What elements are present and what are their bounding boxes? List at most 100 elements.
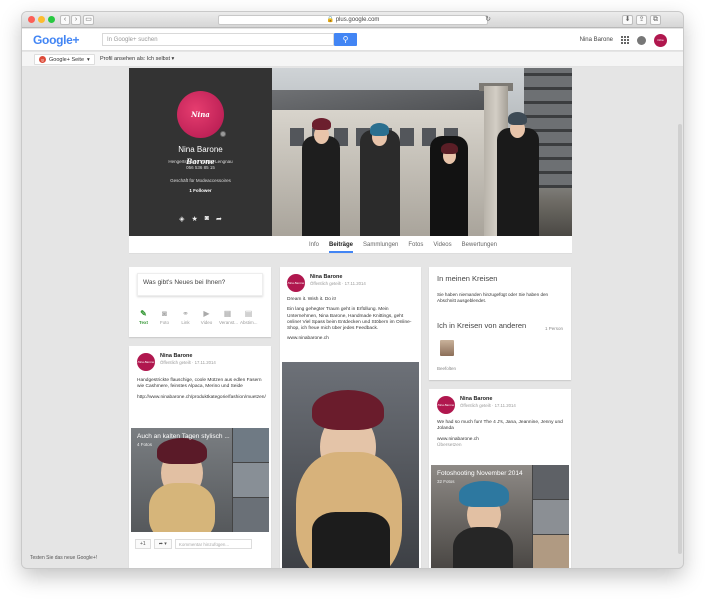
share-arrow-icon: ➦ xyxy=(158,541,163,547)
minimize-window-button[interactable] xyxy=(38,16,45,23)
post-date[interactable]: 17.11.2014 xyxy=(195,360,216,365)
user-name-link[interactable]: Nina Barone xyxy=(580,37,613,43)
album-title: Auch an kalten Tagen stylisch ... xyxy=(137,433,230,440)
followers-count[interactable]: 1 Follower xyxy=(129,188,272,193)
my-circles-title: In meinen Kreisen xyxy=(437,274,498,283)
post-author[interactable]: Nina Barone xyxy=(310,274,366,280)
tabs-icon[interactable]: ⧉ xyxy=(650,15,661,25)
post-date[interactable]: 17.11.2014 xyxy=(495,403,516,408)
post-card: Nina Barone Nina Barone Öffentlich getei… xyxy=(280,267,421,568)
album-count: 4 Fotos xyxy=(137,442,153,447)
address-bar[interactable]: 🔒 plus.google.com xyxy=(218,15,488,25)
scrollbar[interactable] xyxy=(678,124,682,554)
poll-icon: ▤ xyxy=(244,309,253,318)
browser-window: ‹ › ▭ 🔒 plus.google.com ↻ ⬇ ⇪ ⧉ Google+ … xyxy=(22,12,683,568)
share-link-label: Link xyxy=(181,320,190,325)
pencil-icon: ✎ xyxy=(140,309,147,318)
link-icon: ⚭ xyxy=(182,309,189,318)
album-count: 32 Fotos xyxy=(437,479,455,484)
apps-grid-icon[interactable] xyxy=(621,36,629,44)
tab-reviews[interactable]: Bewertungen xyxy=(462,236,497,253)
tab-photos[interactable]: Fotos xyxy=(408,236,423,253)
account-avatar[interactable]: Nina Barone xyxy=(654,33,667,55)
google-plus-icon: g xyxy=(39,56,46,63)
cover-photo[interactable] xyxy=(272,68,572,236)
tab-videos[interactable]: Videos xyxy=(433,236,451,253)
post-avatar[interactable]: Nina Barone xyxy=(437,396,455,414)
share-photo-button[interactable]: ◙ Foto xyxy=(156,309,173,325)
share-icon[interactable]: ⇪ xyxy=(636,15,647,25)
camera-icon: ◙ xyxy=(162,309,167,318)
post-link[interactable]: www.ninabarone.ch xyxy=(287,336,413,342)
share-poll-button[interactable]: ▤ Abstim... xyxy=(240,309,258,325)
post-author[interactable]: Nina Barone xyxy=(160,353,216,359)
circle-member-avatar[interactable] xyxy=(440,340,454,356)
share-input[interactable]: Was gibt's Neues bei Ihnen? xyxy=(137,273,263,296)
post-date[interactable]: 17.11.2014 xyxy=(345,281,366,286)
post-avatar[interactable]: Nina Barone xyxy=(287,274,305,292)
reload-icon[interactable]: ↻ xyxy=(484,16,492,26)
post-author[interactable]: Nina Barone xyxy=(460,396,516,402)
page-selector-label: Google+ Seite xyxy=(49,56,85,63)
profile-avatar[interactable]: Nina Barone xyxy=(177,91,224,166)
page-content: Nina Barone Nina Barone Hengertstrasse 8… xyxy=(22,68,683,568)
profile-tabs: Info Beiträge Sammlungen Fotos Videos Be… xyxy=(129,236,572,254)
page-sub-bar: g Google+ Seite ▾ Profil ansehen als: Ic… xyxy=(22,52,683,67)
post-avatar[interactable]: Nina Barone xyxy=(137,353,155,371)
page-selector[interactable]: g Google+ Seite ▾ xyxy=(34,54,95,65)
view-as-label: Profil ansehen als: Ich selbst xyxy=(100,56,171,62)
share-link-button[interactable]: ⚭ Link xyxy=(177,309,194,325)
photo-album[interactable]: Fotoshooting November 2014 32 Fotos xyxy=(431,465,569,568)
view-as-dropdown[interactable]: Profil ansehen als: Ich selbst ▾ xyxy=(100,56,174,62)
try-new-google-link[interactable]: Testen Sie das neue Google+! xyxy=(30,555,97,561)
camera-icon[interactable]: ◙ xyxy=(205,215,209,223)
directions-icon[interactable]: ◈ xyxy=(179,215,184,223)
share-arrow-icon[interactable]: ➦ xyxy=(216,215,222,223)
search-input[interactable]: In Google+ suchen xyxy=(102,33,334,46)
translate-link[interactable]: Übersetzen xyxy=(437,443,563,449)
download-icon[interactable]: ⬇ xyxy=(622,15,633,25)
post-headline: Dream it. Wish it. Do it! xyxy=(287,297,337,302)
post-photo[interactable] xyxy=(282,362,419,568)
post-link[interactable]: http://www.ninabarone.ch/produktkategori… xyxy=(137,395,266,401)
google-bar: Google+ In Google+ suchen ⚲ Nina Barone … xyxy=(22,29,683,55)
cover-area: Nina Barone Nina Barone Hengertstrasse 8… xyxy=(129,68,572,236)
star-icon[interactable]: ★ xyxy=(192,215,198,223)
zoom-window-button[interactable] xyxy=(48,16,55,23)
photo-album[interactable]: Auch an kalten Tagen stylisch ... 4 Foto… xyxy=(131,428,269,532)
tab-info[interactable]: Info xyxy=(309,236,319,253)
notifications-icon[interactable] xyxy=(637,35,646,45)
forward-icon[interactable]: › xyxy=(71,15,81,25)
tab-posts[interactable]: Beiträge xyxy=(329,236,354,253)
profile-category: Geschäft für Modeaccessoires xyxy=(170,178,231,183)
close-window-button[interactable] xyxy=(28,16,35,23)
post-visibility: Öffentlich geteilt xyxy=(310,281,341,286)
google-plus-logo[interactable]: Google+ xyxy=(33,33,80,47)
plus-one-button[interactable]: +1 xyxy=(135,539,151,549)
share-event-button[interactable]: ▦ Veranst... xyxy=(219,309,238,325)
title-bar: ‹ › ▭ 🔒 plus.google.com ↻ ⬇ ⇪ ⧉ xyxy=(22,12,683,28)
post-card: Nina Barone Nina Barone Öffentlich getei… xyxy=(129,346,271,568)
my-circles-text: Sie haben niemanden hinzugefügt oder Sie… xyxy=(437,292,549,304)
comment-input[interactable]: Kommentar hinzufügen... xyxy=(174,539,252,549)
follow-link[interactable]: Beefolten xyxy=(437,366,456,371)
share-photo-label: Foto xyxy=(159,320,169,325)
back-icon[interactable]: ‹ xyxy=(60,15,70,25)
share-box: Was gibt's Neues bei Ihnen? ✎ Text ◙ Foto … xyxy=(129,267,271,337)
search-icon: ⚲ xyxy=(342,35,349,44)
post-text: Ein lang gehegter Traum geht in Erfüllun… xyxy=(287,307,412,332)
share-video-button[interactable]: ▶ Video xyxy=(198,309,215,325)
profile-contact: Hengertstrasse 8 5426 Lengnau 056 536 85… xyxy=(129,159,272,171)
profile-phone: 056 536 85 15 xyxy=(186,165,215,170)
video-icon: ▶ xyxy=(203,309,210,318)
album-title: Fotoshooting November 2014 xyxy=(437,470,523,477)
in-circles-count[interactable]: 1 Person xyxy=(545,326,563,331)
tab-collections[interactable]: Sammlungen xyxy=(363,236,398,253)
post-visibility: Öffentlich geteilt xyxy=(160,360,191,365)
share-post-button[interactable]: ➦ ▾ xyxy=(153,539,172,549)
sidebar-icon[interactable]: ▭ xyxy=(83,15,94,25)
share-text-button[interactable]: ✎ Text xyxy=(135,309,152,325)
profile-name: Nina Barone xyxy=(178,145,223,154)
share-poll-label: Abstim... xyxy=(240,320,258,325)
search-button[interactable]: ⚲ xyxy=(334,33,357,46)
